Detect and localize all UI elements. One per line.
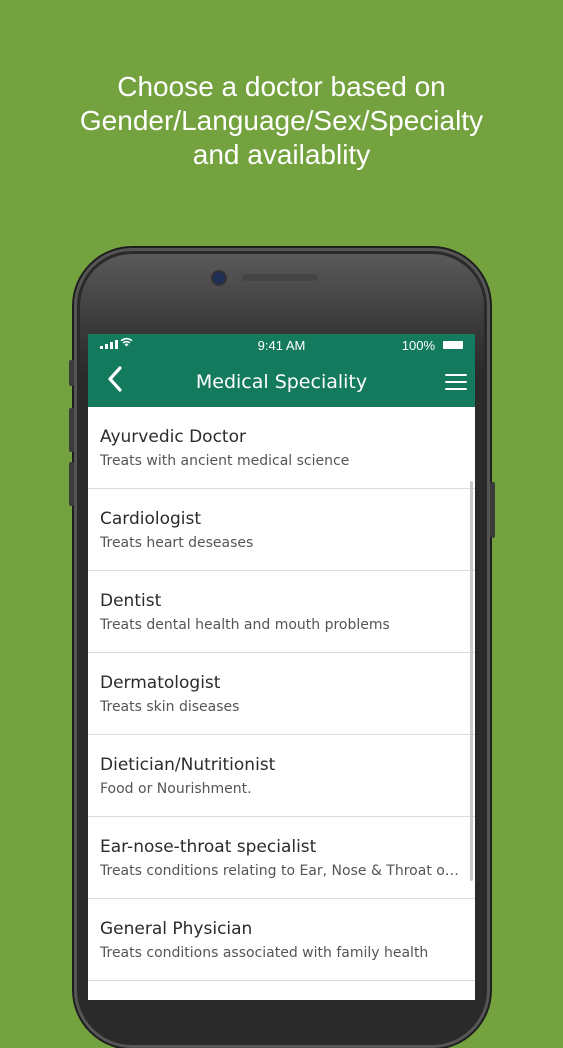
battery-icon — [443, 341, 463, 349]
status-bar: 9:41 AM 100% — [88, 334, 475, 358]
hamburger-menu-icon[interactable] — [445, 374, 467, 390]
list-item-title: Cardiologist — [100, 509, 202, 529]
list-item-title: Ear-nose-throat specialist — [100, 837, 317, 857]
scrollbar[interactable] — [470, 481, 473, 881]
nav-row: Medical Speciality — [88, 358, 475, 407]
list-item-cardiologist[interactable]: Cardiologist Treats heart deseases — [88, 489, 475, 571]
phone-screen: 9:41 AM 100% Medical Speciality Ayurvedi… — [88, 334, 475, 1000]
volume-down-button — [69, 408, 74, 452]
speciality-list: Ayurvedic Doctor Treats with ancient med… — [88, 407, 475, 981]
list-item-general-physician[interactable]: General Physician Treats conditions asso… — [88, 899, 475, 981]
list-item-title: General Physician — [100, 919, 253, 939]
list-item-title: Dentist — [100, 591, 162, 611]
promo-headline: Choose a doctor based on Gender/Language… — [0, 70, 563, 172]
volume-up-button — [69, 360, 74, 386]
mute-switch — [69, 462, 74, 506]
headline-line-2: Gender/Language/Sex/Specialty — [79, 105, 484, 136]
headline-line-1: Choose a doctor based on — [117, 71, 446, 102]
list-item-description: Food or Nourishment. — [100, 781, 252, 797]
speaker-grille — [242, 274, 318, 281]
list-item-title: Ayurvedic Doctor — [100, 427, 246, 447]
camera-icon — [213, 272, 225, 284]
battery-percent: 100% — [401, 338, 435, 353]
list-item-description: Treats skin diseases — [100, 699, 240, 715]
list-item-ayurvedic-doctor[interactable]: Ayurvedic Doctor Treats with ancient med… — [88, 407, 475, 489]
power-button — [490, 482, 495, 538]
list-item-title: Dermatologist — [100, 673, 221, 693]
list-item-ear-nose-throat-specialist[interactable]: Ear-nose-throat specialist Treats condit… — [88, 817, 475, 899]
list-item-description: Treats conditions relating to Ear, Nose … — [100, 863, 459, 879]
list-item-description: Treats heart deseases — [100, 535, 254, 551]
headline-line-3: and availablity — [192, 139, 371, 170]
list-item-description: Treats dental health and mouth problems — [100, 617, 390, 633]
list-item-description: Treats conditions associated with family… — [100, 945, 429, 961]
list-item-dietician-nutritionist[interactable]: Dietician/Nutritionist Food or Nourishme… — [88, 735, 475, 817]
list-item-dermatologist[interactable]: Dermatologist Treats skin diseases — [88, 653, 475, 735]
page-title: Medical Speciality — [195, 371, 368, 393]
list-item-dentist[interactable]: Dentist Treats dental health and mouth p… — [88, 571, 475, 653]
app-bar: 9:41 AM 100% Medical Speciality — [88, 334, 475, 407]
list-item-title: Dietician/Nutritionist — [100, 755, 276, 775]
list-item-description: Treats with ancient medical science — [100, 453, 350, 469]
